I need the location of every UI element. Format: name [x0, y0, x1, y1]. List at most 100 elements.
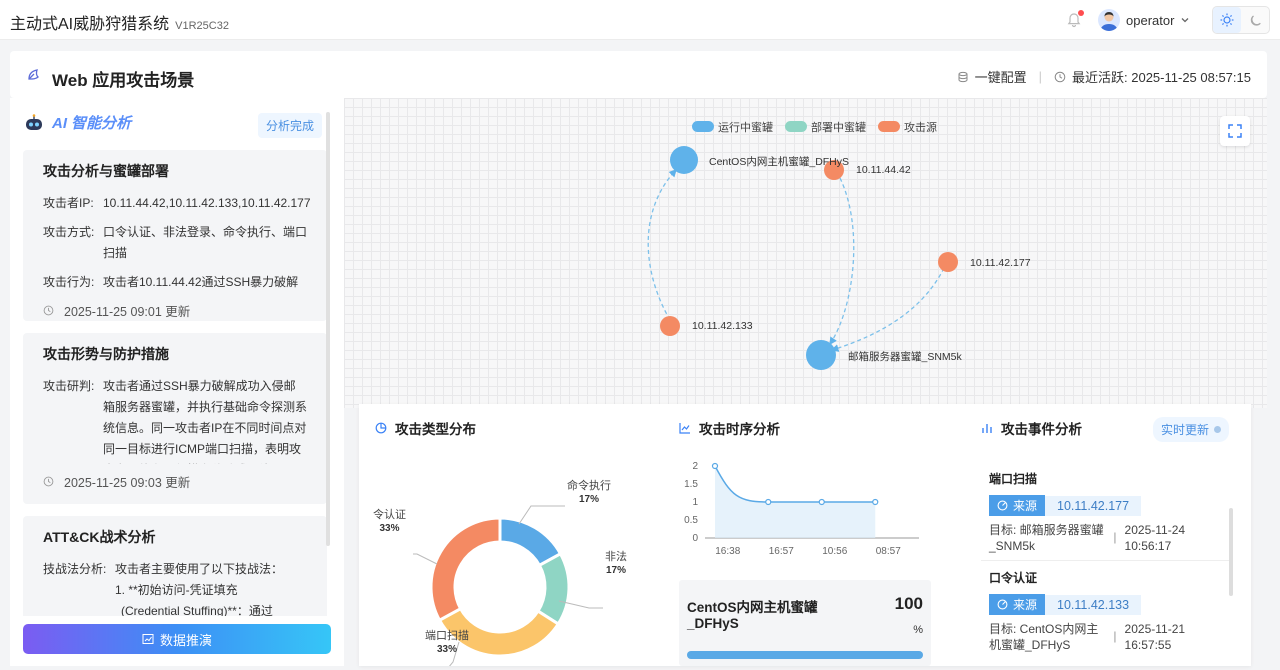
robot-icon: [26, 113, 42, 130]
stat-value: 100: [894, 594, 923, 613]
card-timestamp: 2025-11-25 09:01 更新: [43, 301, 307, 320]
data-point: [872, 498, 879, 506]
timeline-chart[interactable]: 0 0.5 1 1.5 2 16:38 16:57 10:56 08:57: [671, 456, 941, 566]
top-bar: 主动式AI威胁狩猎系统 V1R25C32 operator: [0, 0, 1280, 40]
divider: |: [1038, 69, 1043, 84]
honeypot-stat-card: CentOS内网主机蜜罐_DFHyS 100 %: [679, 580, 931, 666]
node-label-attacker1: 10.11.44.42: [856, 164, 911, 176]
pie-leader-line: [518, 505, 565, 525]
pie-label-cmd: 命令执行 17%: [567, 480, 611, 505]
database-icon: [958, 71, 968, 82]
pie-label-auth: 令认证 33%: [373, 509, 406, 534]
avatar: [1098, 9, 1120, 31]
theme-toggle[interactable]: [1212, 6, 1270, 34]
timeline-title: 攻击时序分析: [679, 418, 780, 438]
config-button[interactable]: 一键配置: [975, 67, 1027, 86]
card-title: 攻击分析与蜜罐部署: [43, 163, 169, 179]
node-honeypot2: [806, 340, 836, 370]
card-row: 1. **初始访问-凭证填充: [115, 583, 238, 597]
pie-label-scan: 端口扫描 33%: [425, 630, 469, 655]
graph-edges: [647, 146, 958, 370]
x-tick-label: 16:38: [715, 546, 740, 557]
pie-slice: [429, 516, 502, 623]
pie-leader-line: [413, 553, 438, 565]
list-item[interactable]: 口令认证 来源 10.11.42.133 目标: CentOS内网主机蜜罐_DF…: [981, 561, 1229, 659]
analysis-card: 攻击分析与蜜罐部署 攻击者IP: 10.11.44.42,10.11.42.133…: [23, 150, 327, 321]
event-title: 端口扫描: [989, 472, 1038, 486]
target-icon: [997, 500, 1008, 511]
clock-icon: [1054, 71, 1066, 82]
node-attacker2: [938, 252, 958, 272]
ai-panel-title: AI 智能分析: [52, 115, 132, 132]
pie-chart-icon: [375, 422, 387, 434]
y-tick-label: 0.5: [684, 515, 698, 526]
header-actions: 一键配置 | 最近活跃: 2025-11-25 08:57:15: [957, 67, 1251, 86]
event-target: 目标: CentOS内网主机蜜罐_DFHyS | 2025-11-21 16:57:…: [989, 622, 1186, 652]
target-icon: [997, 599, 1008, 610]
fullscreen-icon[interactable]: [1220, 116, 1250, 146]
analysis-card: 攻击形势与防护措施 攻击研判: 攻击者通过SSH暴力破解成功入侵邮箱服务器蜜罐，并…: [23, 333, 327, 504]
source-ip[interactable]: 10.11.42.177: [1045, 495, 1142, 516]
sun-icon[interactable]: [1213, 7, 1241, 33]
app-version: V1R25C32: [175, 20, 229, 32]
chevron-down-icon: [1181, 18, 1189, 23]
event-source: 来源 10.11.42.177: [989, 495, 1221, 516]
card-row: 攻击行为: 攻击者10.11.44.42通过SSH暴力破解: [43, 275, 299, 289]
analysis-status-badge: 分析完成: [258, 113, 323, 138]
last-active: 最近活跃: 2025-11-25 08:57:15: [1072, 70, 1251, 85]
event-title: 口令认证: [989, 571, 1038, 585]
card-row: (Credential Stuffing)**：通过: [121, 604, 273, 616]
analytics-panel: 攻击类型分布 命令执行 17% 非法 17% 端口扫描 33% 令认证 33% 攻击时序…: [359, 404, 1251, 666]
realtime-badge: 实时更新: [1153, 417, 1230, 442]
node-attacker3: [660, 316, 680, 336]
panel-scrollbar[interactable]: [326, 112, 330, 546]
clock-icon: [43, 305, 54, 316]
node-label-attacker2: 10.11.42.177: [970, 257, 1031, 269]
events-title: 攻击事件分析: [981, 418, 1082, 438]
y-tick-label: 1: [692, 497, 698, 508]
series-line: [714, 465, 876, 503]
edge-attacker1-honeypot2: [829, 177, 855, 346]
analysis-cards-list[interactable]: 攻击分析与蜜罐部署 攻击者IP: 10.11.44.42,10.11.42.133…: [23, 150, 329, 616]
card-row: 攻击者IP: 10.11.44.42,10.11.42.133,10.11.42.…: [43, 196, 311, 210]
edge-attacker3-honeypot1: [647, 169, 677, 321]
topology-graph[interactable]: 运行中蜜罐 部署中蜜罐 攻击源 CentOS内网主机蜜罐_DFHyS 10.11…: [344, 98, 1267, 408]
event-source: 来源 10.11.42.133: [989, 594, 1221, 615]
x-tick-label: 16:57: [769, 546, 794, 557]
moon-icon[interactable]: [1241, 7, 1269, 33]
source-ip[interactable]: 10.11.42.133: [1045, 594, 1142, 615]
bar-chart-icon: [982, 424, 992, 433]
y-tick-label: 1.5: [684, 479, 698, 490]
x-tick-label: 08:57: [876, 546, 901, 557]
data-point: [818, 498, 825, 506]
user-menu[interactable]: operator: [1098, 9, 1190, 31]
app-title: 主动式AI威胁狩猎系统 V1R25C32: [10, 16, 229, 33]
source-tag: 来源: [989, 594, 1046, 615]
events-list[interactable]: 端口扫描 来源 10.11.42.177 目标: 邮箱服务器蜜罐_SNM5k | 2…: [981, 466, 1229, 666]
source-tag: 来源: [989, 495, 1046, 516]
scene-header: Web 应用攻击场景 一键配置 | 最近活跃: 2025-11-25 08:57…: [10, 51, 1267, 98]
pie-label-illegal: 非法 17%: [605, 551, 627, 576]
scene-title: Web 应用攻击场景: [52, 71, 195, 90]
card-row: 技战法分析: 攻击者主要使用了以下技战法：: [43, 562, 284, 576]
data-point: [711, 462, 719, 470]
data-deduction-label: 数据推演: [159, 632, 212, 648]
node-label-honeypot2: 邮箱服务器蜜罐_SNM5k: [848, 351, 962, 363]
card-row: 攻击研判: 攻击者通过SSH暴力破解成功入侵邮箱服务器蜜罐，并执行基础命令探测系统…: [43, 379, 307, 464]
user-name: operator: [1126, 12, 1175, 28]
list-item[interactable]: 端口扫描 来源 10.11.42.177 目标: 邮箱服务器蜜罐_SNM5k | 2…: [981, 466, 1229, 561]
scene-icon: [28, 69, 39, 80]
card-row: 攻击方式: 口令认证、非法登录、命令执行、端口扫描: [43, 225, 308, 260]
line-chart-icon: [679, 423, 690, 434]
stat-unit: %: [913, 624, 923, 636]
edge-attacker2-honeypot2: [830, 267, 945, 352]
stat-name: CentOS内网主机蜜罐_DFHyS: [687, 600, 818, 631]
chart-icon: [142, 634, 154, 644]
clock-icon: [43, 476, 54, 487]
events-scrollbar[interactable]: [1229, 508, 1233, 596]
data-deduction-button[interactable]: 数据推演: [23, 624, 331, 654]
card-title: 攻击形势与防护措施: [43, 346, 169, 362]
attack-types-title: 攻击类型分布: [375, 418, 476, 438]
card-title: ATT&CK战术分析: [43, 529, 156, 545]
node-label-attacker3: 10.11.42.133: [692, 320, 753, 332]
